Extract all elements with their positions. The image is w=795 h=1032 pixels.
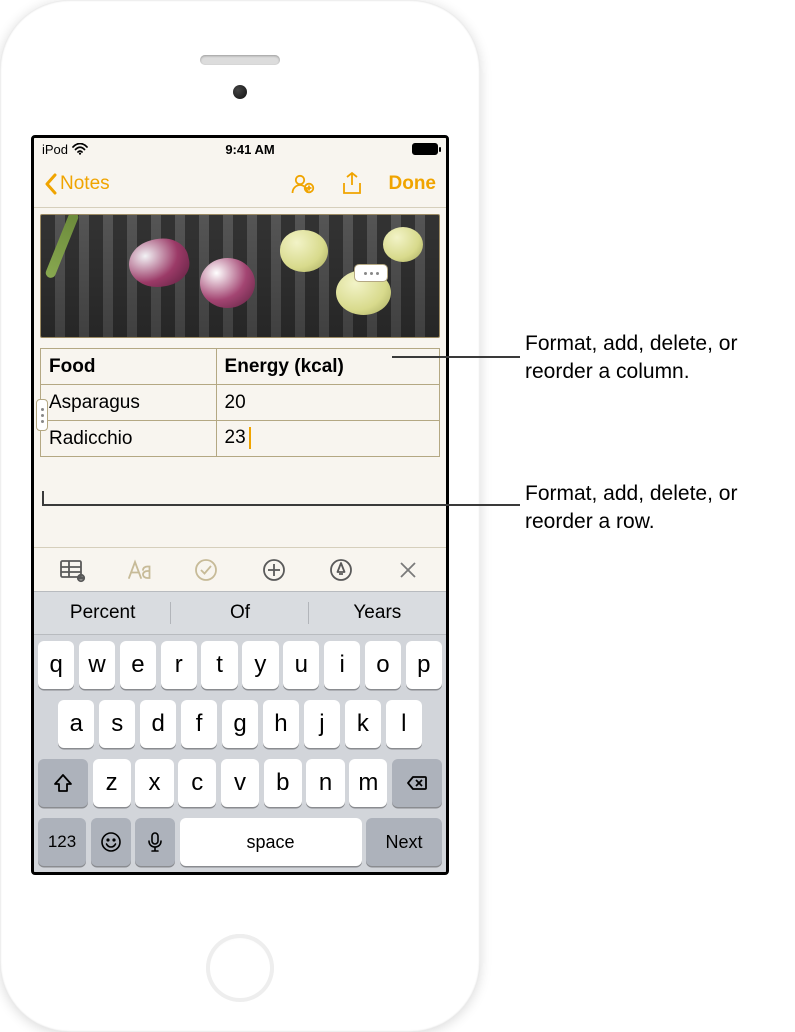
table-cell[interactable]: 20 xyxy=(216,385,439,421)
callout-line xyxy=(392,356,520,358)
shift-icon xyxy=(52,772,74,794)
key[interactable]: l xyxy=(386,700,422,748)
key[interactable]: n xyxy=(306,759,344,807)
key[interactable]: b xyxy=(264,759,302,807)
key[interactable]: w xyxy=(79,641,115,689)
dictation-key[interactable] xyxy=(135,818,175,866)
key[interactable]: e xyxy=(120,641,156,689)
key[interactable]: t xyxy=(201,641,237,689)
column-handle[interactable] xyxy=(354,264,388,282)
format-toolbar xyxy=(34,547,446,591)
callout-row: Format, add, delete, or reorder a row. xyxy=(525,480,795,537)
keyboard-suggestions: Percent Of Years xyxy=(34,591,446,635)
key[interactable]: k xyxy=(345,700,381,748)
add-person-icon[interactable] xyxy=(289,171,315,197)
callout-column: Format, add, delete, or reorder a column… xyxy=(525,330,795,387)
front-camera xyxy=(233,85,247,99)
nav-bar: Notes Done xyxy=(34,160,446,208)
add-icon[interactable] xyxy=(260,556,288,584)
numeric-key[interactable]: 123 xyxy=(38,818,86,866)
emoji-key[interactable] xyxy=(91,818,131,866)
note-content: Food Energy (kcal) Asparagus 20 Radicchi… xyxy=(34,208,446,547)
back-label: Notes xyxy=(60,173,110,195)
key[interactable]: d xyxy=(140,700,176,748)
mic-icon xyxy=(146,831,164,853)
key[interactable]: x xyxy=(135,759,173,807)
key-row: a s d f g h j k l xyxy=(38,700,442,748)
shift-key[interactable] xyxy=(38,759,88,807)
key[interactable]: c xyxy=(178,759,216,807)
key[interactable]: m xyxy=(349,759,387,807)
space-key[interactable]: space xyxy=(180,818,362,866)
key[interactable]: j xyxy=(304,700,340,748)
note-table[interactable]: Food Energy (kcal) Asparagus 20 Radicchi… xyxy=(40,348,440,457)
key[interactable]: f xyxy=(181,700,217,748)
done-button[interactable]: Done xyxy=(389,173,437,195)
callout-line xyxy=(42,491,44,504)
key[interactable]: o xyxy=(365,641,401,689)
key[interactable]: r xyxy=(161,641,197,689)
emoji-icon xyxy=(100,831,122,853)
battery-icon xyxy=(412,143,438,155)
key-row: 123 space Next xyxy=(38,818,442,866)
backspace-key[interactable] xyxy=(392,759,442,807)
device-label: iPod xyxy=(42,142,68,157)
text-cursor xyxy=(249,427,252,449)
key[interactable]: h xyxy=(263,700,299,748)
speaker-grille xyxy=(200,55,280,65)
backspace-icon xyxy=(406,772,428,794)
table-header[interactable]: Food xyxy=(41,349,217,385)
markup-icon[interactable] xyxy=(327,556,355,584)
close-icon[interactable] xyxy=(394,556,422,584)
table-icon[interactable] xyxy=(58,556,86,584)
suggestion[interactable]: Of xyxy=(171,592,308,634)
key[interactable]: y xyxy=(242,641,278,689)
table-cell-active[interactable]: 23 xyxy=(216,421,439,457)
wifi-icon xyxy=(72,143,88,155)
checklist-icon[interactable] xyxy=(192,556,220,584)
callout-line xyxy=(42,504,520,506)
keyboard: Percent Of Years q w e r t y u i o p a s… xyxy=(34,591,446,872)
key[interactable]: u xyxy=(283,641,319,689)
key[interactable]: s xyxy=(99,700,135,748)
status-time: 9:41 AM xyxy=(225,142,274,157)
key[interactable]: q xyxy=(38,641,74,689)
status-bar: iPod 9:41 AM xyxy=(34,138,446,160)
table-cell[interactable]: Radicchio xyxy=(41,421,217,457)
share-icon[interactable] xyxy=(339,171,365,197)
key[interactable]: z xyxy=(93,759,131,807)
key[interactable]: p xyxy=(406,641,442,689)
key-row: z x c v b n m xyxy=(38,759,442,807)
key[interactable]: g xyxy=(222,700,258,748)
key[interactable]: i xyxy=(324,641,360,689)
row-handle[interactable] xyxy=(36,399,48,431)
next-key[interactable]: Next xyxy=(366,818,442,866)
suggestion[interactable]: Percent xyxy=(34,592,171,634)
key[interactable]: a xyxy=(58,700,94,748)
home-button[interactable] xyxy=(206,934,274,1002)
text-format-icon[interactable] xyxy=(125,556,153,584)
key[interactable]: v xyxy=(221,759,259,807)
back-button[interactable]: Notes xyxy=(44,173,110,195)
chevron-left-icon xyxy=(44,173,58,195)
table-cell[interactable]: Asparagus xyxy=(41,385,217,421)
key-row: q w e r t y u i o p xyxy=(38,641,442,689)
table-header-row: Food Energy (kcal) xyxy=(41,349,440,385)
table-header[interactable]: Energy (kcal) xyxy=(216,349,439,385)
device-frame: iPod 9:41 AM Notes Done xyxy=(0,0,480,1032)
table-row: Asparagus 20 xyxy=(41,385,440,421)
suggestion[interactable]: Years xyxy=(309,592,446,634)
table-row: Radicchio 23 xyxy=(41,421,440,457)
